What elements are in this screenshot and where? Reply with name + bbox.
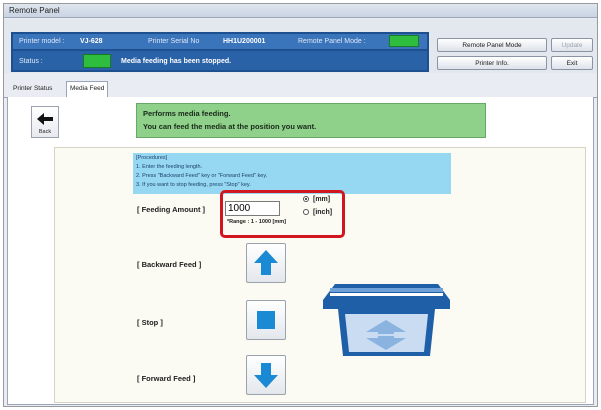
procedures-title: [Procedures] (136, 155, 168, 161)
arrow-down-icon (254, 363, 278, 388)
stop-square-icon (257, 311, 275, 329)
tab-bar: Printer Status Media Feed (4, 73, 597, 98)
backward-feed-label: [ Backward Feed ] (137, 260, 202, 269)
header: Printer model : VJ-628 Printer Serial No… (4, 19, 597, 73)
printer-model-label: Printer model : (19, 38, 65, 45)
procedures-box: [Procedures] 1. Enter the feeding length… (133, 153, 451, 194)
mode-indicator (389, 35, 419, 47)
window-title: Remote Panel (4, 4, 597, 18)
feeding-amount-label: [ Feeding Amount ] (137, 205, 206, 214)
backward-feed-button[interactable] (246, 243, 286, 283)
serial-label: Printer Serial No (148, 38, 200, 45)
status-label: Status : (19, 58, 43, 65)
banner-line-2: You can feed the media at the position y… (143, 122, 317, 131)
feed-controls-area: [Procedures] 1. Enter the feeding length… (54, 147, 586, 403)
tab-printer-status[interactable]: Printer Status (10, 82, 55, 96)
arrow-up-icon (254, 250, 278, 275)
forward-feed-button[interactable] (246, 355, 286, 395)
printer-info-panel: Printer model : VJ-628 Printer Serial No… (11, 32, 429, 72)
status-indicator (83, 54, 111, 68)
feeding-amount-highlight (220, 190, 345, 238)
info-banner: Performs media feeding. You can feed the… (136, 103, 486, 138)
procedure-step: 1. Enter the feeding length. (136, 164, 203, 170)
arrow-left-icon (37, 113, 53, 125)
procedure-step: 2. Press "Backward Feed" key or "Forward… (136, 173, 268, 179)
remote-panel-mode-button[interactable]: Remote Panel Mode (437, 38, 547, 52)
serial-value: HH1U200001 (223, 38, 266, 45)
printer-info-button[interactable]: Printer Info. (437, 56, 547, 70)
banner-line-1: Performs media feeding. (143, 109, 231, 118)
back-label: Back (38, 129, 52, 135)
mode-label: Remote Panel Mode : (298, 38, 366, 45)
status-message: Media feeding has been stopped. (121, 58, 232, 65)
stop-button[interactable] (246, 300, 286, 340)
procedure-step: 3. If you want to stop feeding, press "S… (136, 182, 251, 188)
media-feed-panel: Back Performs media feeding. You can fee… (7, 97, 594, 405)
stop-label: [ Stop ] (137, 318, 163, 327)
printer-media-illustration (323, 284, 450, 356)
forward-feed-label: [ Forward Feed ] (137, 374, 196, 383)
back-button[interactable]: Back (31, 106, 59, 138)
printer-model-value: VJ-628 (80, 38, 103, 45)
update-button[interactable]: Update (551, 38, 593, 52)
exit-button[interactable]: Exit (551, 56, 593, 70)
tab-media-feed[interactable]: Media Feed (66, 81, 109, 97)
